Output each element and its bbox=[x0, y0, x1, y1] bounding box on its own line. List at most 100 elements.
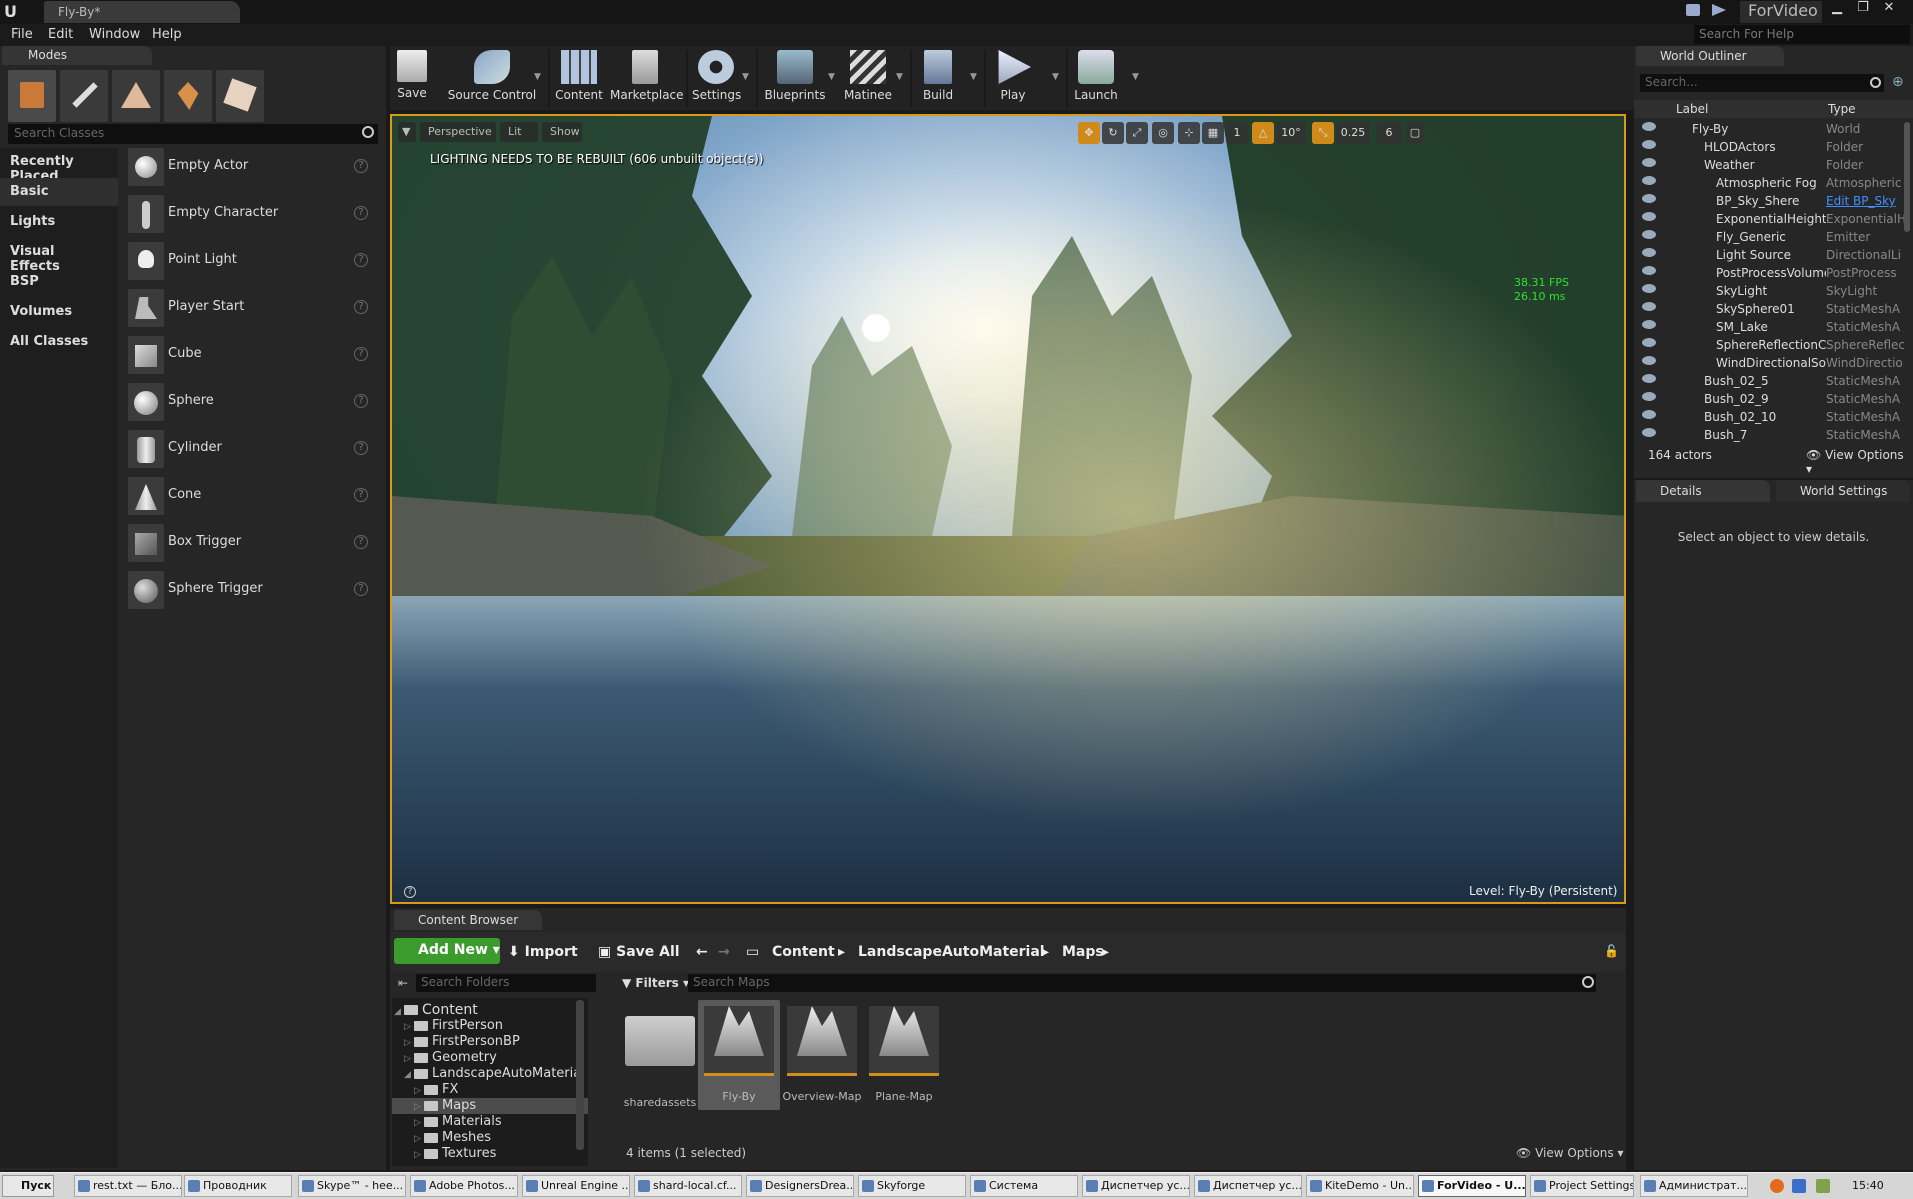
outliner-row[interactable]: WindDirectionalSourceWindDirectio bbox=[1634, 354, 1906, 372]
geometry-mode-icon[interactable] bbox=[216, 70, 264, 122]
tree-textures[interactable]: ▷ Textures bbox=[414, 1146, 496, 1162]
lit-button[interactable]: Lit bbox=[500, 122, 538, 142]
chat-icon[interactable] bbox=[1686, 4, 1700, 16]
viewport-menu-dropdown-icon[interactable]: ▼ bbox=[398, 122, 416, 142]
rotation-snap-value[interactable]: 10° bbox=[1276, 122, 1306, 144]
actor-player-start[interactable]: Player Start? bbox=[126, 287, 380, 331]
perspective-button[interactable]: Perspective bbox=[420, 122, 496, 142]
asset-search-input[interactable]: Search Maps bbox=[688, 974, 1596, 992]
taskbar-item[interactable]: Система bbox=[970, 1175, 1078, 1197]
visibility-eye-icon[interactable] bbox=[1642, 338, 1656, 347]
taskbar-item[interactable]: Skyforge bbox=[858, 1175, 966, 1197]
blueprints-dropdown-icon[interactable]: ▼ bbox=[828, 72, 835, 82]
actor-cylinder[interactable]: Cylinder? bbox=[126, 428, 380, 472]
taskbar-item[interactable]: shard-local.cf... bbox=[634, 1175, 742, 1197]
label-column-header[interactable]: Label bbox=[1676, 102, 1708, 116]
help-icon[interactable]: ? bbox=[354, 441, 368, 455]
visibility-eye-icon[interactable] bbox=[1642, 266, 1656, 275]
tree-materials[interactable]: ▷ Materials bbox=[414, 1114, 502, 1130]
visibility-eye-icon[interactable] bbox=[1642, 212, 1656, 221]
world-outliner-tab[interactable]: World Outliner bbox=[1636, 46, 1784, 66]
maximize-icon[interactable]: ❐ bbox=[1852, 0, 1874, 18]
breadcrumb-separator-icon[interactable]: ▸ bbox=[1042, 944, 1049, 960]
visibility-eye-icon[interactable] bbox=[1642, 176, 1656, 185]
visibility-eye-icon[interactable] bbox=[1642, 194, 1656, 203]
folder-icon[interactable]: ▭ bbox=[746, 944, 759, 960]
outliner-row[interactable]: SM_Lake StaticMeshA bbox=[1634, 318, 1906, 336]
launch-button[interactable]: Launch bbox=[1072, 48, 1120, 108]
filters-button[interactable]: ▼ Filters ▾ bbox=[622, 976, 689, 990]
maximize-viewport-icon[interactable]: ▢ bbox=[1406, 122, 1424, 144]
visibility-eye-icon[interactable] bbox=[1642, 428, 1656, 437]
play-dropdown-icon[interactable]: ▼ bbox=[1052, 72, 1059, 82]
notification-icon[interactable] bbox=[1712, 4, 1726, 16]
outliner-row[interactable]: Fly-By World bbox=[1634, 120, 1906, 138]
outliner-row[interactable]: SphereReflectionCaptureSphereReflec bbox=[1634, 336, 1906, 354]
actor-cone[interactable]: Cone? bbox=[126, 475, 380, 519]
taskbar-item[interactable]: Skype™ - hee... bbox=[298, 1175, 406, 1197]
add-actor-icon[interactable]: ⊕ bbox=[1892, 74, 1904, 90]
view-options-button[interactable]: 👁 View Options ▾ bbox=[1516, 1146, 1624, 1160]
visibility-eye-icon[interactable] bbox=[1642, 158, 1656, 167]
grid-size-value[interactable]: 1 bbox=[1226, 122, 1248, 144]
forward-arrow-icon[interactable]: → bbox=[718, 944, 730, 960]
landscape-mode-icon[interactable] bbox=[112, 70, 160, 122]
help-icon[interactable]: ? bbox=[354, 347, 368, 361]
rotation-snap-icon[interactable]: △ bbox=[1252, 122, 1274, 144]
taskbar-item[interactable]: Администрат... bbox=[1640, 1175, 1748, 1197]
content-button[interactable]: Content bbox=[554, 48, 604, 108]
outliner-row[interactable]: SkySphere01 StaticMeshA bbox=[1634, 300, 1906, 318]
breadcrumb-maps[interactable]: Maps bbox=[1062, 944, 1104, 960]
visibility-eye-icon[interactable] bbox=[1642, 374, 1656, 383]
visibility-eye-icon[interactable] bbox=[1642, 230, 1656, 239]
world-space-icon[interactable]: ◎ bbox=[1152, 122, 1174, 144]
rotate-icon[interactable]: ↻ bbox=[1102, 122, 1124, 144]
visibility-eye-icon[interactable] bbox=[1642, 392, 1656, 401]
blueprints-button[interactable]: Blueprints bbox=[762, 48, 828, 108]
outliner-row[interactable]: Bush_02_10 StaticMeshA bbox=[1634, 408, 1906, 426]
category-basic[interactable]: Basic bbox=[0, 178, 118, 206]
taskbar-item[interactable]: Проводник bbox=[184, 1175, 292, 1197]
marketplace-button[interactable]: Marketplace bbox=[610, 48, 684, 108]
menu-file[interactable]: File bbox=[11, 27, 33, 42]
lock-icon[interactable]: 🔓 bbox=[1604, 944, 1619, 958]
asset-sharedassets[interactable]: sharedassets bbox=[622, 1000, 698, 1110]
help-icon[interactable]: ? bbox=[354, 300, 368, 314]
visibility-eye-icon[interactable] bbox=[1642, 140, 1656, 149]
actor-sphere-trigger[interactable]: Sphere Trigger? bbox=[126, 569, 380, 613]
help-icon[interactable]: ? bbox=[354, 535, 368, 549]
breadcrumb-content[interactable]: Content bbox=[772, 944, 835, 960]
asset-overview-map[interactable]: Overview-Map bbox=[782, 1000, 862, 1110]
category-volumes[interactable]: Volumes bbox=[0, 298, 118, 326]
outliner-row[interactable]: PostProcessVolume PostProcess bbox=[1634, 264, 1906, 282]
actor-empty-actor[interactable]: Empty Actor? bbox=[126, 146, 380, 190]
visibility-eye-icon[interactable] bbox=[1642, 248, 1656, 257]
matinee-dropdown-icon[interactable]: ▼ bbox=[896, 72, 903, 82]
visibility-eye-icon[interactable] bbox=[1642, 284, 1656, 293]
launch-dropdown-icon[interactable]: ▼ bbox=[1132, 72, 1139, 82]
close-icon[interactable]: ✕ bbox=[1878, 0, 1900, 18]
source-control-dropdown-icon[interactable]: ▼ bbox=[534, 72, 541, 82]
actor-empty-character[interactable]: Empty Character? bbox=[126, 193, 380, 237]
help-search-input[interactable]: Search For Help bbox=[1694, 25, 1910, 44]
edit-blueprint-link[interactable]: Edit BP_Sky bbox=[1826, 194, 1904, 208]
minimize-icon[interactable]: ▁ bbox=[1826, 0, 1848, 18]
actor-sphere[interactable]: Sphere? bbox=[126, 381, 380, 425]
outliner-row[interactable]: Light Source DirectionalLi bbox=[1634, 246, 1906, 264]
taskbar-item[interactable]: KiteDemo - Un... bbox=[1306, 1175, 1414, 1197]
collapse-sources-icon[interactable]: ⇤ bbox=[398, 976, 408, 990]
asset-fly-by[interactable]: Fly-By bbox=[698, 1000, 780, 1110]
tree-geometry[interactable]: ▷ Geometry bbox=[404, 1050, 497, 1066]
taskbar-item[interactable]: DesignersDrea... bbox=[746, 1175, 854, 1197]
taskbar-item[interactable]: Project Settings bbox=[1530, 1175, 1634, 1197]
language-tray-icon[interactable] bbox=[1792, 1179, 1806, 1193]
outliner-search-input[interactable]: Search... bbox=[1640, 74, 1884, 92]
actor-cube[interactable]: Cube? bbox=[126, 334, 380, 378]
category-lights[interactable]: Lights bbox=[0, 208, 118, 236]
menu-edit[interactable]: Edit bbox=[48, 27, 73, 42]
taskbar-item[interactable]: Диспетчер ус... bbox=[1194, 1175, 1302, 1197]
settings-dropdown-icon[interactable]: ▼ bbox=[742, 72, 749, 82]
scale-snap-icon[interactable]: ⤡ bbox=[1312, 122, 1334, 144]
outliner-view-options-button[interactable]: 👁 View Options ▾ bbox=[1806, 448, 1913, 476]
paint-mode-icon[interactable] bbox=[60, 70, 108, 122]
